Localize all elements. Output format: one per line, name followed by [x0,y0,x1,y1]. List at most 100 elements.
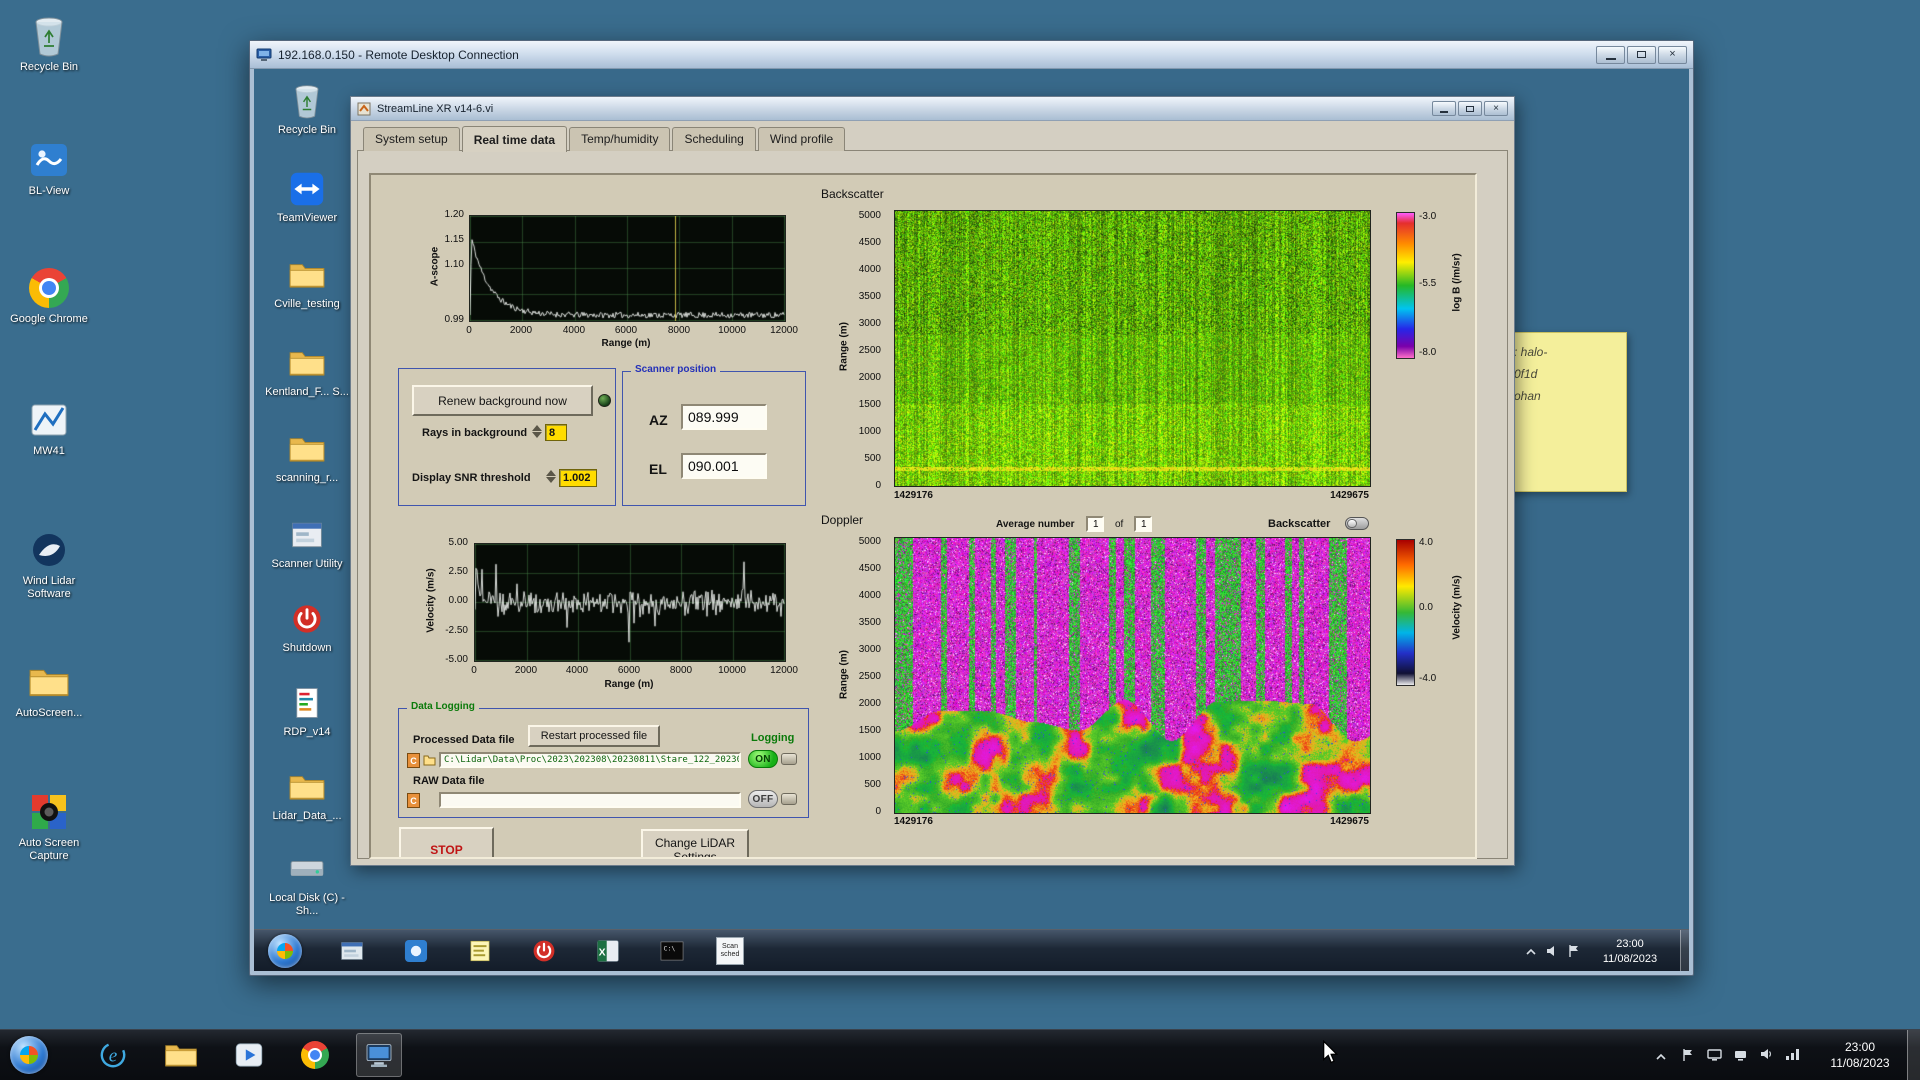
desktop-icon-label: Scanner Utility [271,558,343,570]
rays-in-background-value[interactable]: 8 [545,424,567,441]
host-show-desktop-button[interactable] [1907,1030,1920,1080]
velocity-ytick: -5.00 [445,654,468,665]
rdp-maximize-button[interactable] [1627,45,1656,64]
host-start-button[interactable] [10,1036,48,1074]
velocity-ytick: -2.50 [445,625,468,636]
desktop-icon-bl-view[interactable]: BL-View [6,138,92,198]
tab-system-setup[interactable]: System setup [363,127,460,151]
host-taskbar-explorer[interactable] [164,1040,198,1070]
rdp-close-button[interactable]: × [1658,45,1687,64]
tab-real-time-data[interactable]: Real time data [461,126,568,152]
stop-button-line1: STOP [430,843,463,857]
processed-toggle-rocker[interactable] [781,753,797,765]
host-taskbar-chrome[interactable] [300,1040,330,1070]
remote-taskbar-cmd[interactable]: C:\ [658,937,686,965]
remote-taskbar-explorer[interactable] [338,937,366,965]
host-tray-flag-icon[interactable] [1681,1048,1695,1067]
remote-icon-lidar-data[interactable]: Lidar_Data_... [264,767,350,823]
desktop-icon-auto-screen-capture[interactable]: Auto Screen Capture [6,790,92,863]
rdp-titlebar[interactable]: 192.168.0.150 - Remote Desktop Connectio… [250,41,1693,69]
remote-taskbar-shutdown[interactable] [530,937,558,965]
tab-temp-humidity[interactable]: Temp/humidity [569,127,671,151]
desktop-icon-autoscreen[interactable]: AutoScreen... [6,660,92,720]
remote-icon-scanning[interactable]: scanning_r... [264,429,350,485]
raw-data-file-path[interactable] [439,792,741,808]
processed-logging-toggle[interactable]: ON [748,750,778,768]
data-logging-title: Data Logging [407,701,479,712]
remote-icon-local-disk[interactable]: Local Disk (C) - Sh... [264,849,350,918]
remote-icon-cville-testing[interactable]: Cville_testing [264,255,350,311]
tab-wind-profile[interactable]: Wind profile [757,127,846,151]
remote-icon-scanner-utility[interactable]: Scanner Utility [264,515,350,571]
ascope-plot[interactable] [469,215,786,322]
change-lidar-settings-button[interactable]: Change LiDAR Settings [641,829,749,857]
host-taskbar-rdp[interactable] [362,1038,396,1072]
host-taskbar-internet-explorer[interactable]: e [96,1038,130,1072]
remote-icon-recycle-bin[interactable]: Recycle Bin [264,81,350,137]
desktop-icon-recycle-bin[interactable]: Recycle Bin [6,14,92,74]
remote-taskbar-app[interactable] [402,937,430,965]
backscatter-ytick: 2000 [858,372,881,383]
desktop-icon-label: Recycle Bin [277,124,337,136]
remote-icon-rdp-v14[interactable]: RDP_v14 [264,683,350,739]
sticky-note-line: 0f1d [1514,367,1538,382]
app-minimize-button[interactable] [1432,101,1456,116]
renew-background-button[interactable]: Renew background now [412,385,593,416]
host-tray-device-icon[interactable] [1733,1048,1748,1067]
remote-show-desktop-button[interactable] [1680,930,1689,971]
raw-toggle-rocker[interactable] [781,793,797,805]
tab-scheduling[interactable]: Scheduling [672,127,756,151]
backscatter-toggle-label: Backscatter [1268,518,1331,530]
display-snr-threshold-value[interactable]: 1.002 [559,469,597,487]
velocity-xtick: 10000 [718,665,746,676]
desktop-icon-wind-lidar-software[interactable]: Wind Lidar Software [6,528,92,601]
ascope-ytick: 1.20 [444,209,464,220]
backscatter-title: Backscatter [821,187,884,201]
app-titlebar[interactable]: StreamLine XR v14-6.vi × [351,97,1514,121]
doppler-heatmap[interactable] [894,537,1371,814]
ascope-xtick: 0 [466,325,472,336]
desktop-icon-mw41[interactable]: MW41 [6,398,92,458]
rdp-window: 192.168.0.150 - Remote Desktop Connectio… [249,40,1694,976]
desktop-icon-google-chrome[interactable]: Google Chrome [6,266,92,326]
restart-processed-file-button[interactable]: Restart processed file [528,725,660,747]
desktop-icon-label: Shutdown [282,642,332,654]
remote-taskbar-excel[interactable]: X [594,937,622,965]
backscatter-ytick: 4000 [858,264,881,275]
host-tray-monitor-icon[interactable] [1707,1048,1722,1067]
rdp-minimize-button[interactable] [1596,45,1625,64]
app-close-button[interactable]: × [1484,101,1508,116]
host-taskbar-media-player[interactable] [232,1038,266,1072]
host-tray-hidden-icons[interactable] [1655,1050,1667,1068]
browse-folder-icon[interactable] [423,754,436,766]
remote-taskbar-scan-sched[interactable]: Scan sched [716,937,744,965]
stop-software-button[interactable]: STOP software [399,827,494,857]
app-window-icon [287,515,327,555]
backscatter-heatmap[interactable] [894,210,1371,487]
desktop-icon-label: BL-View [28,185,70,197]
auto-screen-capture-icon [27,790,71,834]
velocity-plot[interactable] [474,543,786,662]
processed-data-file-path[interactable]: C:\Lidar\Data\Proc\2023\202308\20230811\… [439,752,741,768]
remote-icon-teamviewer[interactable]: TeamViewer [264,169,350,225]
remote-tray-volume-icon[interactable] [1545,944,1559,963]
snr-spinner[interactable] [545,470,556,483]
rays-spinner[interactable] [531,425,542,438]
raw-logging-toggle[interactable]: OFF [748,790,778,808]
remote-tray-hidden-icons[interactable] [1525,945,1537,963]
ascope-xtick: 2000 [509,325,533,336]
host-tray-volume-icon[interactable] [1759,1047,1773,1066]
remote-start-button[interactable] [268,934,302,968]
host-taskbar-clock[interactable]: 23:00 11/08/2023 [1818,1039,1902,1071]
remote-icon-shutdown[interactable]: Shutdown [264,599,350,655]
remote-icon-kentland[interactable]: Kentland_F... S... [264,343,350,399]
app-maximize-button[interactable] [1458,101,1482,116]
remote-tray-flag-icon[interactable] [1567,944,1581,963]
remote-taskbar-clock[interactable]: 23:00 11/08/2023 [1587,937,1673,967]
remote-taskbar-notes[interactable] [466,937,494,965]
average-number-value[interactable]: 1 [1086,516,1104,532]
backscatter-toggle[interactable] [1345,517,1369,530]
remote-clock-date: 11/08/2023 [1602,952,1658,965]
host-tray-network-icon[interactable] [1785,1048,1800,1066]
recycle-bin-icon [287,81,327,121]
